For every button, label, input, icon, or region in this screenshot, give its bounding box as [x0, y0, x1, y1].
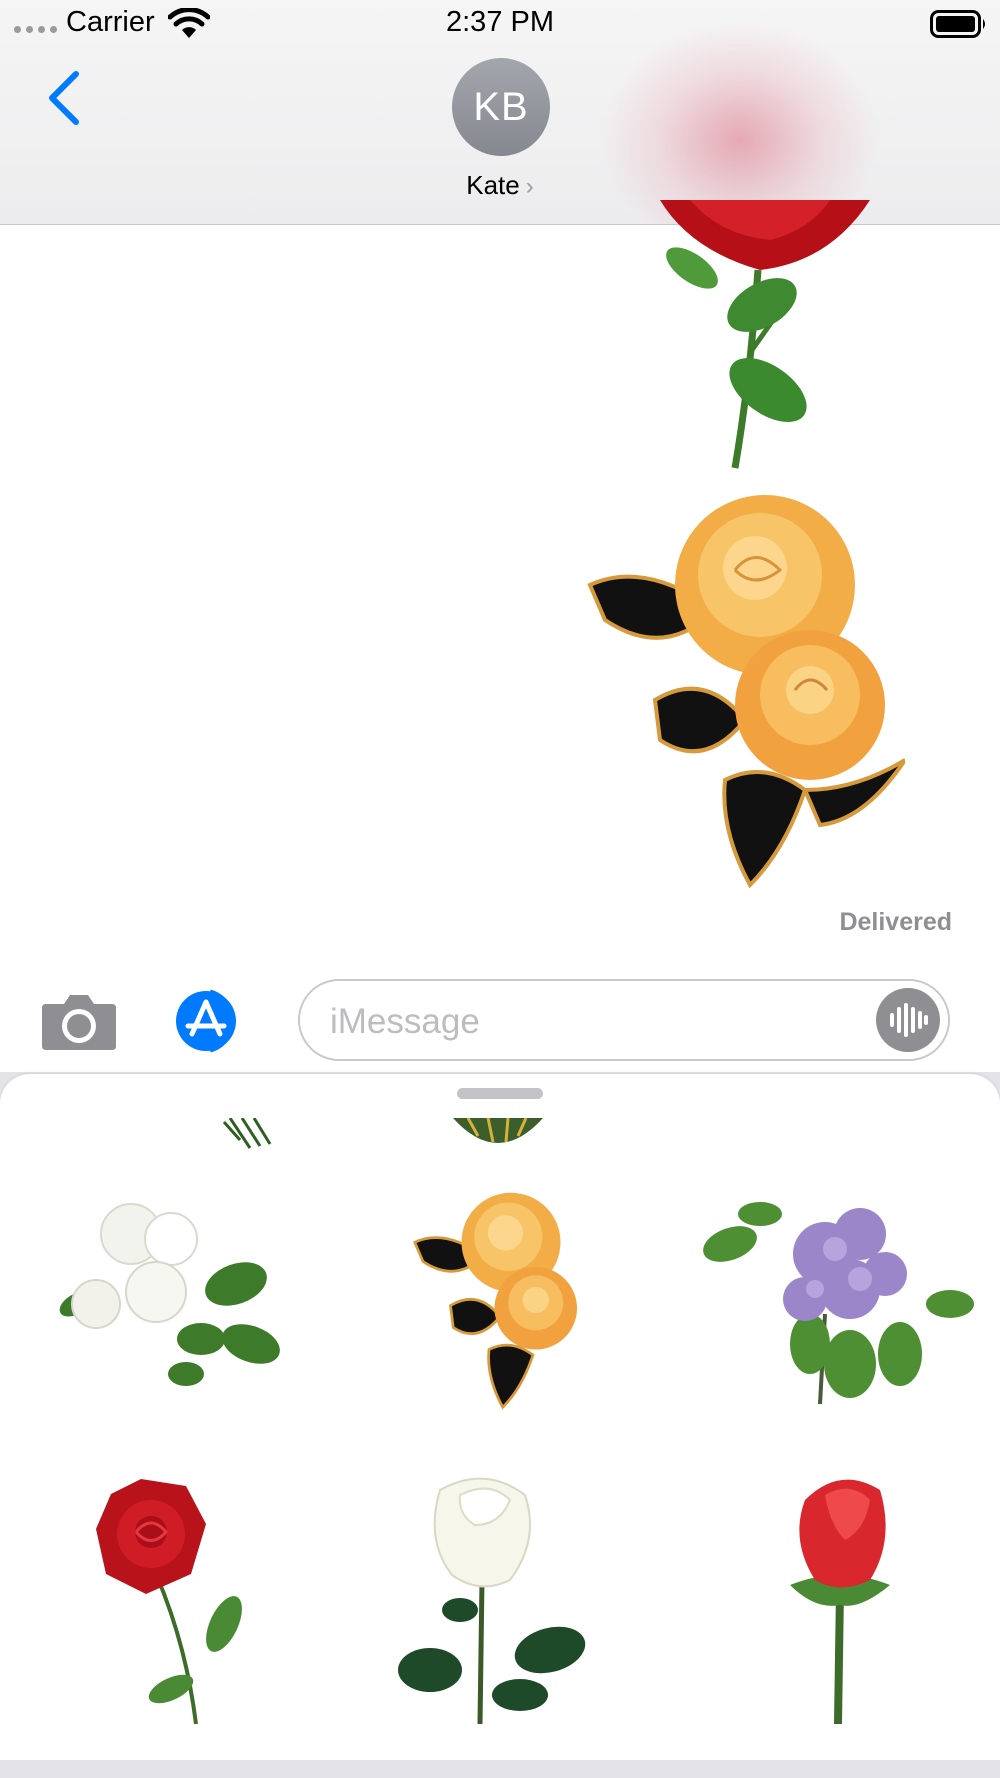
contact-name: Kate: [466, 170, 520, 200]
red-rose-bud-image: [790, 1479, 890, 1724]
message-input-placeholder: iMessage: [330, 1002, 480, 1041]
contact-name-button[interactable]: Kate ›: [0, 170, 1000, 201]
partial-sticker-left[interactable]: [220, 1118, 280, 1150]
app-store-icon: [176, 989, 236, 1053]
chevron-left-icon: [49, 71, 79, 125]
camera-icon: [42, 995, 116, 1050]
contact-avatar[interactable]: KB: [452, 58, 550, 156]
delivered-status: Delivered: [839, 908, 952, 936]
sticker-white-roses[interactable]: [16, 1194, 316, 1434]
red-rose-stem-image: [96, 1479, 242, 1724]
audio-message-button[interactable]: [876, 988, 940, 1052]
white-roses-image: [59, 1203, 280, 1386]
sticker-red-rose-bud[interactable]: [690, 1470, 990, 1724]
yellow-roses-image: [412, 1192, 577, 1410]
sticker-white-rose[interactable]: [350, 1470, 650, 1724]
red-rose-sticker[interactable]: [640, 200, 880, 470]
sticker-yellow-roses[interactable]: [350, 1190, 650, 1430]
waveform-icon: [890, 1003, 928, 1037]
drawer-grabber[interactable]: [457, 1088, 543, 1099]
message-input[interactable]: iMessage: [298, 979, 950, 1061]
battery-icon: [930, 10, 985, 38]
camera-button[interactable]: [40, 992, 118, 1052]
status-bar: Carrier 2:37 PM: [0, 0, 1000, 48]
lilac-image: [703, 1202, 974, 1404]
sticker-drawer: [0, 1074, 1000, 1760]
partial-sticker-center[interactable]: [448, 1118, 548, 1152]
sticker-red-rose-stem[interactable]: [16, 1474, 316, 1724]
sticker-lilac[interactable]: [690, 1194, 990, 1434]
back-button[interactable]: [42, 68, 90, 128]
clock: 2:37 PM: [446, 6, 554, 38]
white-rose-image: [398, 1477, 586, 1724]
app-store-button[interactable]: [170, 988, 256, 1054]
chevron-right-icon: ›: [525, 173, 534, 200]
yellow-roses-sticker[interactable]: [585, 490, 905, 890]
home-indicator-area: [0, 1760, 1000, 1778]
